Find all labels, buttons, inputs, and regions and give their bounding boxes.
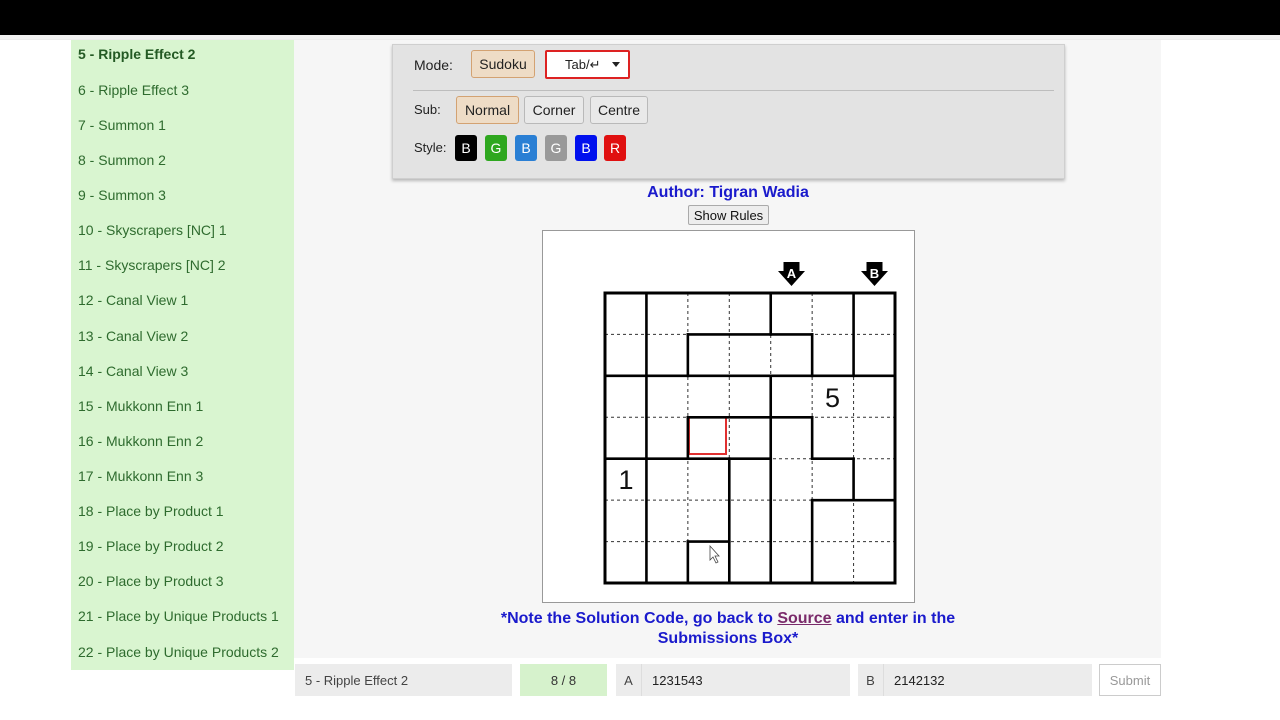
browser-top-bar	[0, 0, 1280, 35]
selected-cell-highlight	[688, 416, 727, 455]
progress-text: 8 / 8	[550, 672, 577, 688]
sidebar-item-summon-1[interactable]: 7 - Summon 1	[78, 117, 166, 133]
sidebar-item-place-by-product-1[interactable]: 18 - Place by Product 1	[78, 503, 224, 519]
footer-puzzle-name: 5 - Ripple Effect 2	[295, 664, 512, 696]
sidebar-item-mukkonn-enn-1[interactable]: 15 - Mukkonn Enn 1	[78, 398, 203, 414]
submit-button[interactable]: Submit	[1099, 664, 1161, 696]
toolbar-divider	[413, 90, 1054, 91]
style-light-blue-button[interactable]: B	[515, 135, 537, 161]
arrow-clue-b: B	[861, 262, 888, 286]
mode-select[interactable]: Tab/↵	[545, 50, 630, 79]
sidebar-item-mukkonn-enn-3[interactable]: 17 - Mukkonn Enn 3	[78, 468, 203, 484]
puzzle-author: Author: Tigran Wadia	[647, 184, 809, 201]
source-link[interactable]: Source	[777, 610, 831, 627]
puzzle-grid-svg[interactable]: A B 5 1	[543, 231, 916, 604]
footer-puzzle-name-text: 5 - Ripple Effect 2	[305, 672, 409, 688]
style-black-button[interactable]: B	[455, 135, 477, 161]
style-blue-button[interactable]: B	[575, 135, 597, 161]
sidebar-item-ripple-effect-3[interactable]: 6 - Ripple Effect 3	[78, 82, 189, 98]
input-toolbar: Mode: Sudoku Tab/↵ Sub: Normal Corner Ce…	[392, 44, 1065, 179]
sidebar-item-place-by-product-2[interactable]: 19 - Place by Product 2	[78, 538, 224, 554]
grid-border	[603, 291, 897, 585]
given-digit: 5	[825, 383, 840, 413]
note-text-start: *Note the Solution Code, go back to	[500, 610, 778, 627]
chevron-down-icon	[612, 62, 620, 67]
given-digit: 1	[618, 465, 633, 495]
sub-label: Sub:	[414, 102, 441, 117]
mode-label: Mode:	[414, 57, 453, 73]
answer-b-label: B	[858, 664, 884, 696]
answer-b-input[interactable]: 2142132	[884, 673, 945, 688]
sidebar-item-ripple-effect-2[interactable]: 5 - Ripple Effect 2	[78, 46, 195, 62]
sidebar-item-mukkonn-enn-2[interactable]: 16 - Mukkonn Enn 2	[78, 433, 203, 449]
sudoku-mode-button[interactable]: Sudoku	[471, 50, 535, 78]
submission-note: *Note the Solution Code, go back to Sour…	[500, 609, 956, 649]
sidebar-item-canal-view-1[interactable]: 12 - Canal View 1	[78, 292, 188, 308]
answer-a-input[interactable]: 1231543	[642, 673, 703, 688]
style-label: Style:	[414, 140, 447, 155]
arrow-label-b: B	[870, 266, 879, 281]
answer-a-label: A	[616, 664, 642, 696]
progress-indicator: 8 / 8	[520, 664, 607, 696]
sidebar-item-skyscrapers-1[interactable]: 10 - Skyscrapers [NC] 1	[78, 222, 227, 238]
style-green-button[interactable]: G	[485, 135, 507, 161]
puzzle-list-sidebar: 5 - Ripple Effect 2 6 - Ripple Effect 3 …	[71, 40, 294, 670]
show-rules-button[interactable]: Show Rules	[688, 205, 769, 225]
sidebar-item-place-by-unique-products-1[interactable]: 21 - Place by Unique Products 1	[78, 608, 279, 624]
puzzle-board[interactable]: A B 5 1	[542, 230, 915, 603]
sidebar-item-summon-2[interactable]: 8 - Summon 2	[78, 152, 166, 168]
style-grey-button[interactable]: G	[545, 135, 567, 161]
answer-a-field[interactable]: A 1231543	[616, 664, 850, 696]
sidebar-item-summon-3[interactable]: 9 - Summon 3	[78, 187, 166, 203]
arrow-clue-a: A	[778, 262, 805, 286]
sub-normal-button[interactable]: Normal	[456, 96, 519, 124]
sidebar-item-canal-view-2[interactable]: 13 - Canal View 2	[78, 328, 188, 344]
sub-centre-button[interactable]: Centre	[590, 96, 648, 124]
sidebar-item-place-by-product-3[interactable]: 20 - Place by Product 3	[78, 573, 224, 589]
sidebar-item-canal-view-3[interactable]: 14 - Canal View 3	[78, 363, 188, 379]
answer-b-field[interactable]: B 2142132	[858, 664, 1092, 696]
mode-select-value: Tab/↵	[565, 56, 601, 72]
style-red-button[interactable]: R	[604, 135, 626, 161]
sub-corner-button[interactable]: Corner	[524, 96, 584, 124]
mouse-cursor-icon	[709, 544, 720, 564]
sidebar-item-place-by-unique-products-2[interactable]: 22 - Place by Unique Products 2	[78, 644, 279, 660]
sidebar-item-skyscrapers-2[interactable]: 11 - Skyscrapers [NC] 2	[78, 257, 226, 273]
arrow-label-a: A	[787, 266, 797, 281]
